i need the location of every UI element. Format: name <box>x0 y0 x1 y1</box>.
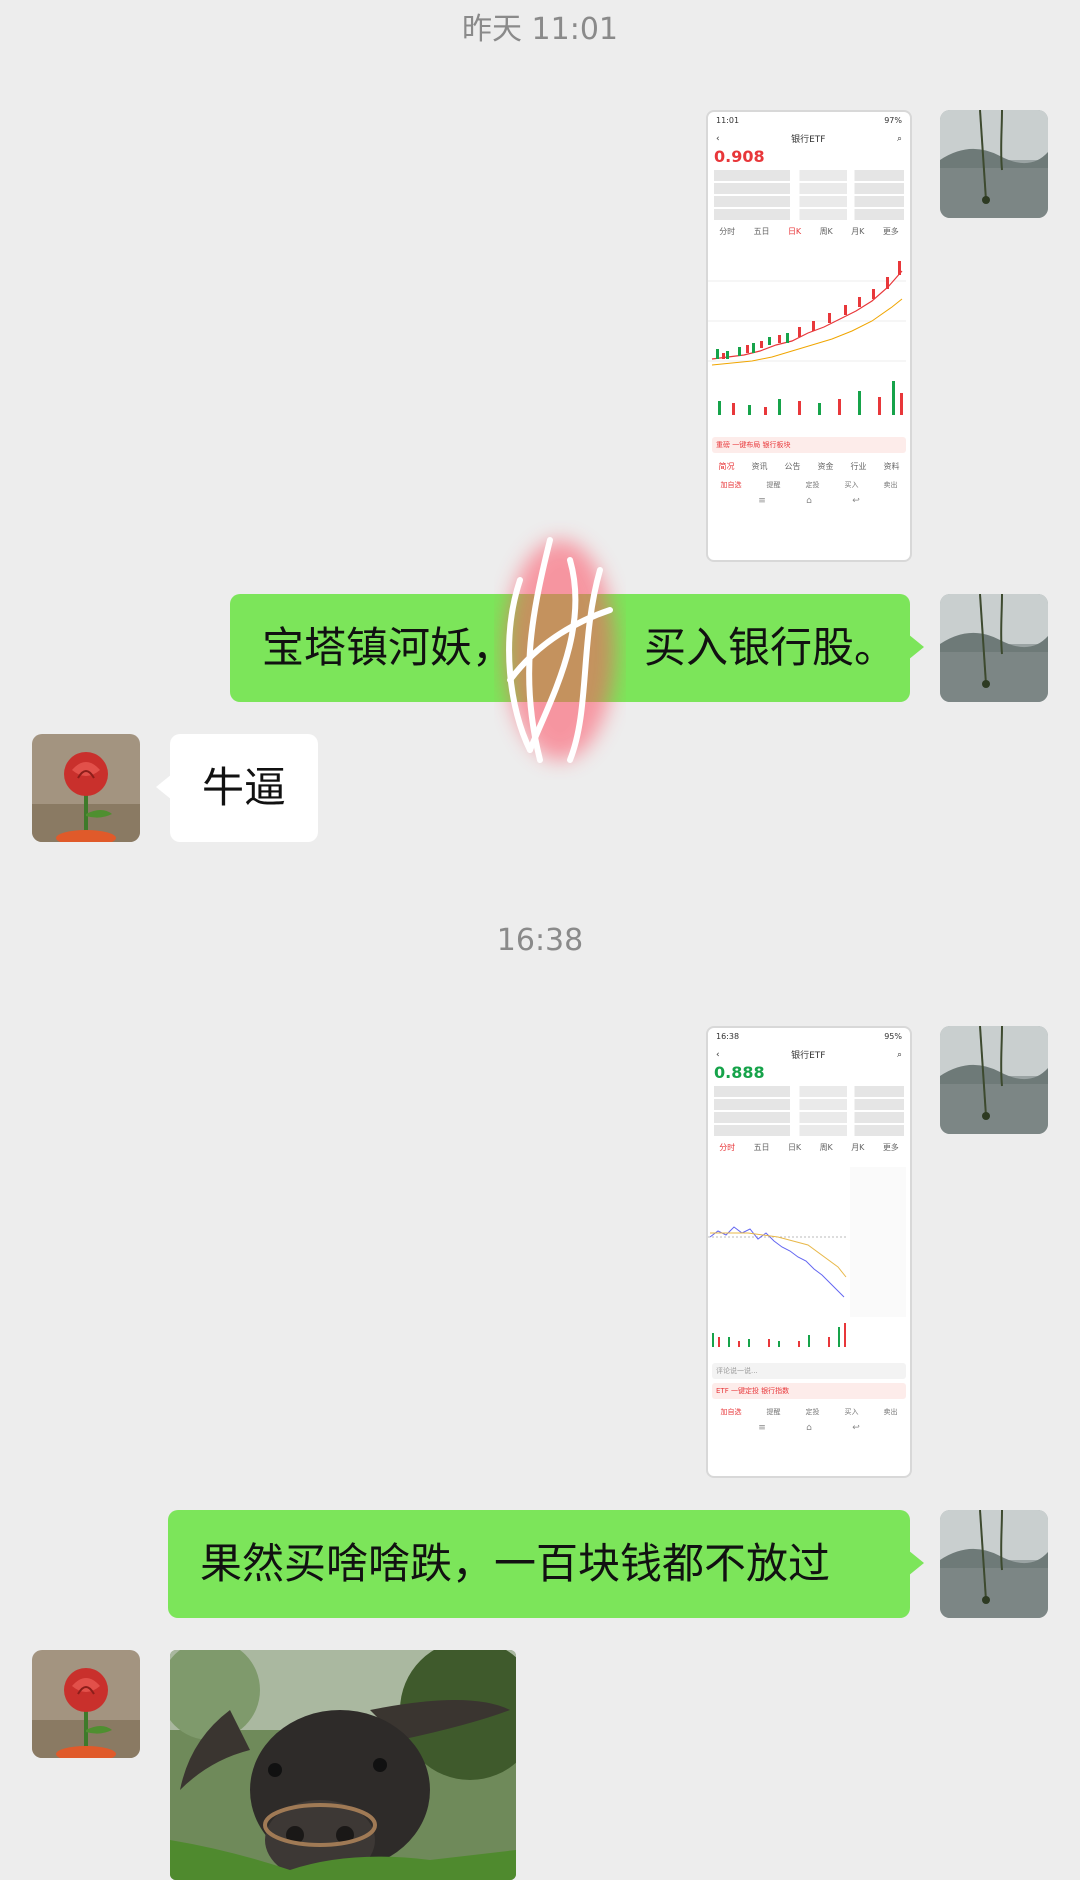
chart-tabs: 分时 五日 日K 周K 月K 更多 <box>719 227 899 236</box>
home-icon: ⌂ <box>806 496 812 506</box>
search-icon: ⌕ <box>896 1049 902 1060</box>
my-avatar[interactable] <box>940 594 1048 702</box>
system-navbar: ≡ ⌂ ↩ <box>708 494 910 510</box>
stock-price: 0.908 <box>714 147 765 166</box>
incoming-message-bubble[interactable]: 牛逼 <box>155 734 319 842</box>
back-icon: ↩ <box>852 496 860 506</box>
message-text-tail: 买入银行股。 <box>644 623 897 672</box>
back-icon: ‹ <box>716 1049 720 1060</box>
timestamp-time: 16:38 <box>496 923 584 958</box>
home-icon: ⌂ <box>806 1423 812 1433</box>
back-icon: ‹ <box>716 133 720 144</box>
message-text: 牛逼 <box>202 763 287 812</box>
menu-icon: ≡ <box>758 1423 766 1433</box>
candlestick-chart <box>708 241 906 431</box>
promo-banner: ETF 一键定投 银行指数 <box>712 1383 906 1399</box>
landscape-avatar-image <box>940 594 1048 702</box>
search-icon: ⌕ <box>896 133 902 144</box>
sent-image-stock-chart-2[interactable]: 16:38 95% ‹ 银行ETF ⌕ 0.888 分时 五日 日K 周K 月K 更多 评论… <box>706 1026 912 1478</box>
rose-avatar-image <box>32 1650 140 1758</box>
landscape-avatar-image <box>940 1026 1048 1134</box>
stock-header: ‹ 银行ETF ⌕ <box>708 132 910 146</box>
stock-title: 银行ETF <box>791 1051 826 1061</box>
received-image-buffalo[interactable] <box>170 1650 516 1880</box>
intraday-chart <box>708 1157 906 1357</box>
message-text: 宝塔镇河妖， <box>262 623 515 672</box>
contact-avatar[interactable] <box>32 734 140 842</box>
status-bar: 11:01 97% <box>716 116 902 125</box>
stock-title: 银行ETF <box>791 135 826 145</box>
stock-stats <box>708 1086 910 1136</box>
my-avatar[interactable] <box>940 1510 1048 1618</box>
action-bar: 加自选 提醒 定投 买入 卖出 <box>720 481 898 489</box>
comment-input: 评论说一说... <box>712 1363 906 1379</box>
rose-avatar-image <box>32 734 140 842</box>
timestamp-yesterday: 昨天 11:01 <box>462 12 618 47</box>
status-bar: 16:38 95% <box>716 1032 902 1041</box>
sent-image-stock-chart-1[interactable]: 11:01 97% ‹ 银行ETF ⌕ 0.908 分时 五日 日K 周K 月K 更多 <box>706 110 912 562</box>
stock-stats <box>708 170 910 220</box>
menu-icon: ≡ <box>758 496 766 506</box>
buffalo-photo <box>170 1650 516 1880</box>
my-avatar[interactable] <box>940 1026 1048 1134</box>
info-tabs: 简况 资讯 公告 资金 行业 资料 <box>718 462 900 471</box>
chart-tabs: 分时 五日 日K 周K 月K 更多 <box>719 1143 899 1152</box>
landscape-avatar-image <box>940 1510 1048 1618</box>
system-navbar: ≡ ⌂ ↩ <box>708 1421 910 1437</box>
stock-header: ‹ 银行ETF ⌕ <box>708 1048 910 1062</box>
back-icon: ↩ <box>852 1423 860 1433</box>
contact-avatar[interactable] <box>32 1650 140 1758</box>
message-text: 果然买啥啥跌，一百块钱都不放过 <box>200 1539 831 1588</box>
promo-banner: 重磅 一键布局 银行板块 <box>712 437 906 453</box>
stock-price: 0.888 <box>714 1063 765 1082</box>
outgoing-message-bubble[interactable]: 宝塔镇河妖， 买入银行股。 <box>230 594 924 702</box>
landscape-avatar-image <box>940 110 1048 218</box>
outgoing-message-bubble[interactable]: 果然买啥啥跌，一百块钱都不放过 <box>168 1510 924 1618</box>
my-avatar[interactable] <box>940 110 1048 218</box>
action-bar: 加自选 提醒 定投 买入 卖出 <box>720 1408 898 1416</box>
